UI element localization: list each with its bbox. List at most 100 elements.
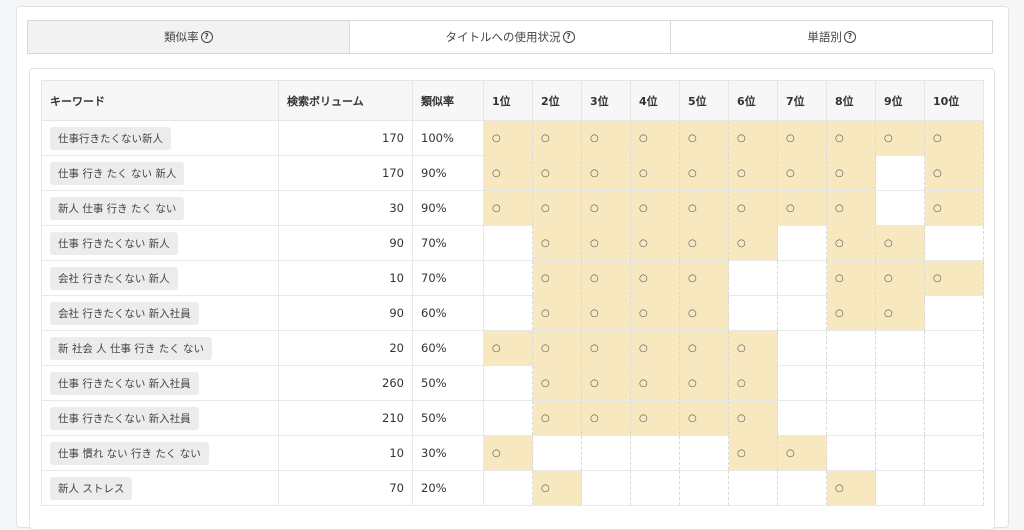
similarity-cell: 60% [412,330,484,366]
keyword-chip[interactable]: 仕事 行きたくない 新入社員 [50,406,199,430]
rank-cell [483,295,533,331]
rank-cell: ○ [532,260,582,296]
rank-cell: ○ [728,190,778,226]
rank-cell [826,400,876,436]
rank-cell: ○ [483,330,533,366]
rank-cell [630,470,680,506]
volume-cell: 10 [278,260,413,296]
rank-cell: ○ [630,120,680,156]
rank-cell [826,365,876,401]
rank-cell [728,260,778,296]
rank-cell: ○ [581,190,631,226]
rank-cell: ○ [728,365,778,401]
rank-header: 3位 [581,80,631,121]
keyword-chip[interactable]: 仕事行きたくない新人 [50,126,171,150]
keyword-chip[interactable]: 仕事 行きたくない 新人 [50,231,178,255]
rank-header: 2位 [532,80,582,121]
rank-cell: ○ [924,120,984,156]
keyword-chip[interactable]: 新人 ストレス [50,476,133,500]
rank-cell: ○ [581,330,631,366]
keyword-chip[interactable]: 仕事 慣れ ない 行き たく ない [50,441,209,465]
keyword-chip[interactable]: 会社 行きたくない 新人 [50,266,178,290]
keyword-chip[interactable]: 仕事 行きたくない 新入社員 [50,371,199,395]
tab-similarity[interactable]: 類似率 ? [28,21,349,53]
rank-header: 8位 [826,80,876,121]
keyword-chip[interactable]: 新人 仕事 行き たく ない [50,196,185,220]
rank-cell: ○ [777,120,827,156]
rank-cell [679,435,729,471]
tab-by-word[interactable]: 単語別 ? [670,21,993,53]
similarity-cell: 30% [412,435,484,471]
rank-cell: ○ [532,295,582,331]
similarity-cell: 90% [412,155,484,191]
rank-cell [924,330,984,366]
help-icon[interactable]: ? [200,31,213,43]
rank-cell [679,470,729,506]
rank-cell: ○ [875,120,925,156]
rank-cell: ○ [532,120,582,156]
rank-cell: ○ [581,260,631,296]
rank-cell [875,330,925,366]
rank-cell: ○ [581,295,631,331]
table-row: 仕事 慣れ ない 行き たく ない 10 30% ○ ○ ○ [41,435,984,471]
rank-cell [924,470,984,506]
rank-cell: ○ [679,155,729,191]
rank-cell [728,295,778,331]
volume-cell: 90 [278,295,413,331]
keyword-cell: 新 社会 人 仕事 行き たく ない [41,330,279,366]
tab-title-usage[interactable]: タイトルへの使用状況 ? [348,21,671,53]
similarity-cell: 20% [412,470,484,506]
table-row: 仕事行きたくない新人 170 100% ○ ○ ○ ○ ○ ○ ○ ○ ○ ○ [41,120,984,156]
rank-cell: ○ [679,225,729,261]
rank-cell: ○ [630,155,680,191]
help-icon[interactable]: ? [843,31,856,43]
rank-cell: ○ [630,330,680,366]
keyword-chip[interactable]: 仕事 行き たく ない 新人 [50,161,185,185]
help-icon[interactable]: ? [562,31,575,43]
rank-header: 10位 [924,80,984,121]
rank-cell: ○ [826,295,876,331]
keyword-cell: 仕事 行きたくない 新入社員 [41,365,279,401]
rank-cell: ○ [679,330,729,366]
rank-cell: ○ [728,400,778,436]
tab-label: 類似率 [164,30,199,44]
rank-cell: ○ [532,400,582,436]
volume-cell: 170 [278,155,413,191]
rank-cell [777,365,827,401]
keyword-cell: 会社 行きたくない 新人 [41,260,279,296]
rank-cell: ○ [728,435,778,471]
rank-cell: ○ [532,365,582,401]
volume-cell: 70 [278,470,413,506]
rank-cell: ○ [483,435,533,471]
keyword-cell: 新人 仕事 行き たく ない [41,190,279,226]
rank-cell: ○ [630,400,680,436]
rank-cell: ○ [532,155,582,191]
rank-header: 5位 [679,80,729,121]
table-row: 新 社会 人 仕事 行き たく ない 20 60% ○ ○ ○ ○ ○ ○ [41,330,984,366]
rank-cell: ○ [679,190,729,226]
table-row: 仕事 行き たく ない 新人 170 90% ○ ○ ○ ○ ○ ○ ○ ○ ○ [41,155,984,191]
rank-cell [483,400,533,436]
keyword-cell: 会社 行きたくない 新入社員 [41,295,279,331]
rank-cell: ○ [532,225,582,261]
keyword-chip[interactable]: 会社 行きたくない 新入社員 [50,301,199,325]
rank-cell: ○ [630,225,680,261]
rank-cell [826,435,876,471]
table-row: 会社 行きたくない 新人 10 70% ○ ○ ○ ○ ○ ○ ○ [41,260,984,296]
rank-cell [483,365,533,401]
rank-header: 6位 [728,80,778,121]
table-row: 会社 行きたくない 新入社員 90 60% ○ ○ ○ ○ ○ ○ [41,295,984,331]
table-header-row: キーワード 検索ボリューム 類似率 1位 2位 3位 4位 5位 6位 7位 8… [41,80,984,121]
rank-cell [875,470,925,506]
rank-header: 9位 [875,80,925,121]
rank-cell [777,400,827,436]
rank-cell: ○ [728,330,778,366]
rank-cell: ○ [532,470,582,506]
rank-cell [826,330,876,366]
rank-cell [777,330,827,366]
rank-cell: ○ [777,155,827,191]
rank-cell: ○ [826,155,876,191]
rank-header: 4位 [630,80,680,121]
table-body: 仕事行きたくない新人 170 100% ○ ○ ○ ○ ○ ○ ○ ○ ○ ○ 仕事 行き たく ない 新… [41,120,984,506]
keyword-chip[interactable]: 新 社会 人 仕事 行き たく ない [50,336,213,360]
